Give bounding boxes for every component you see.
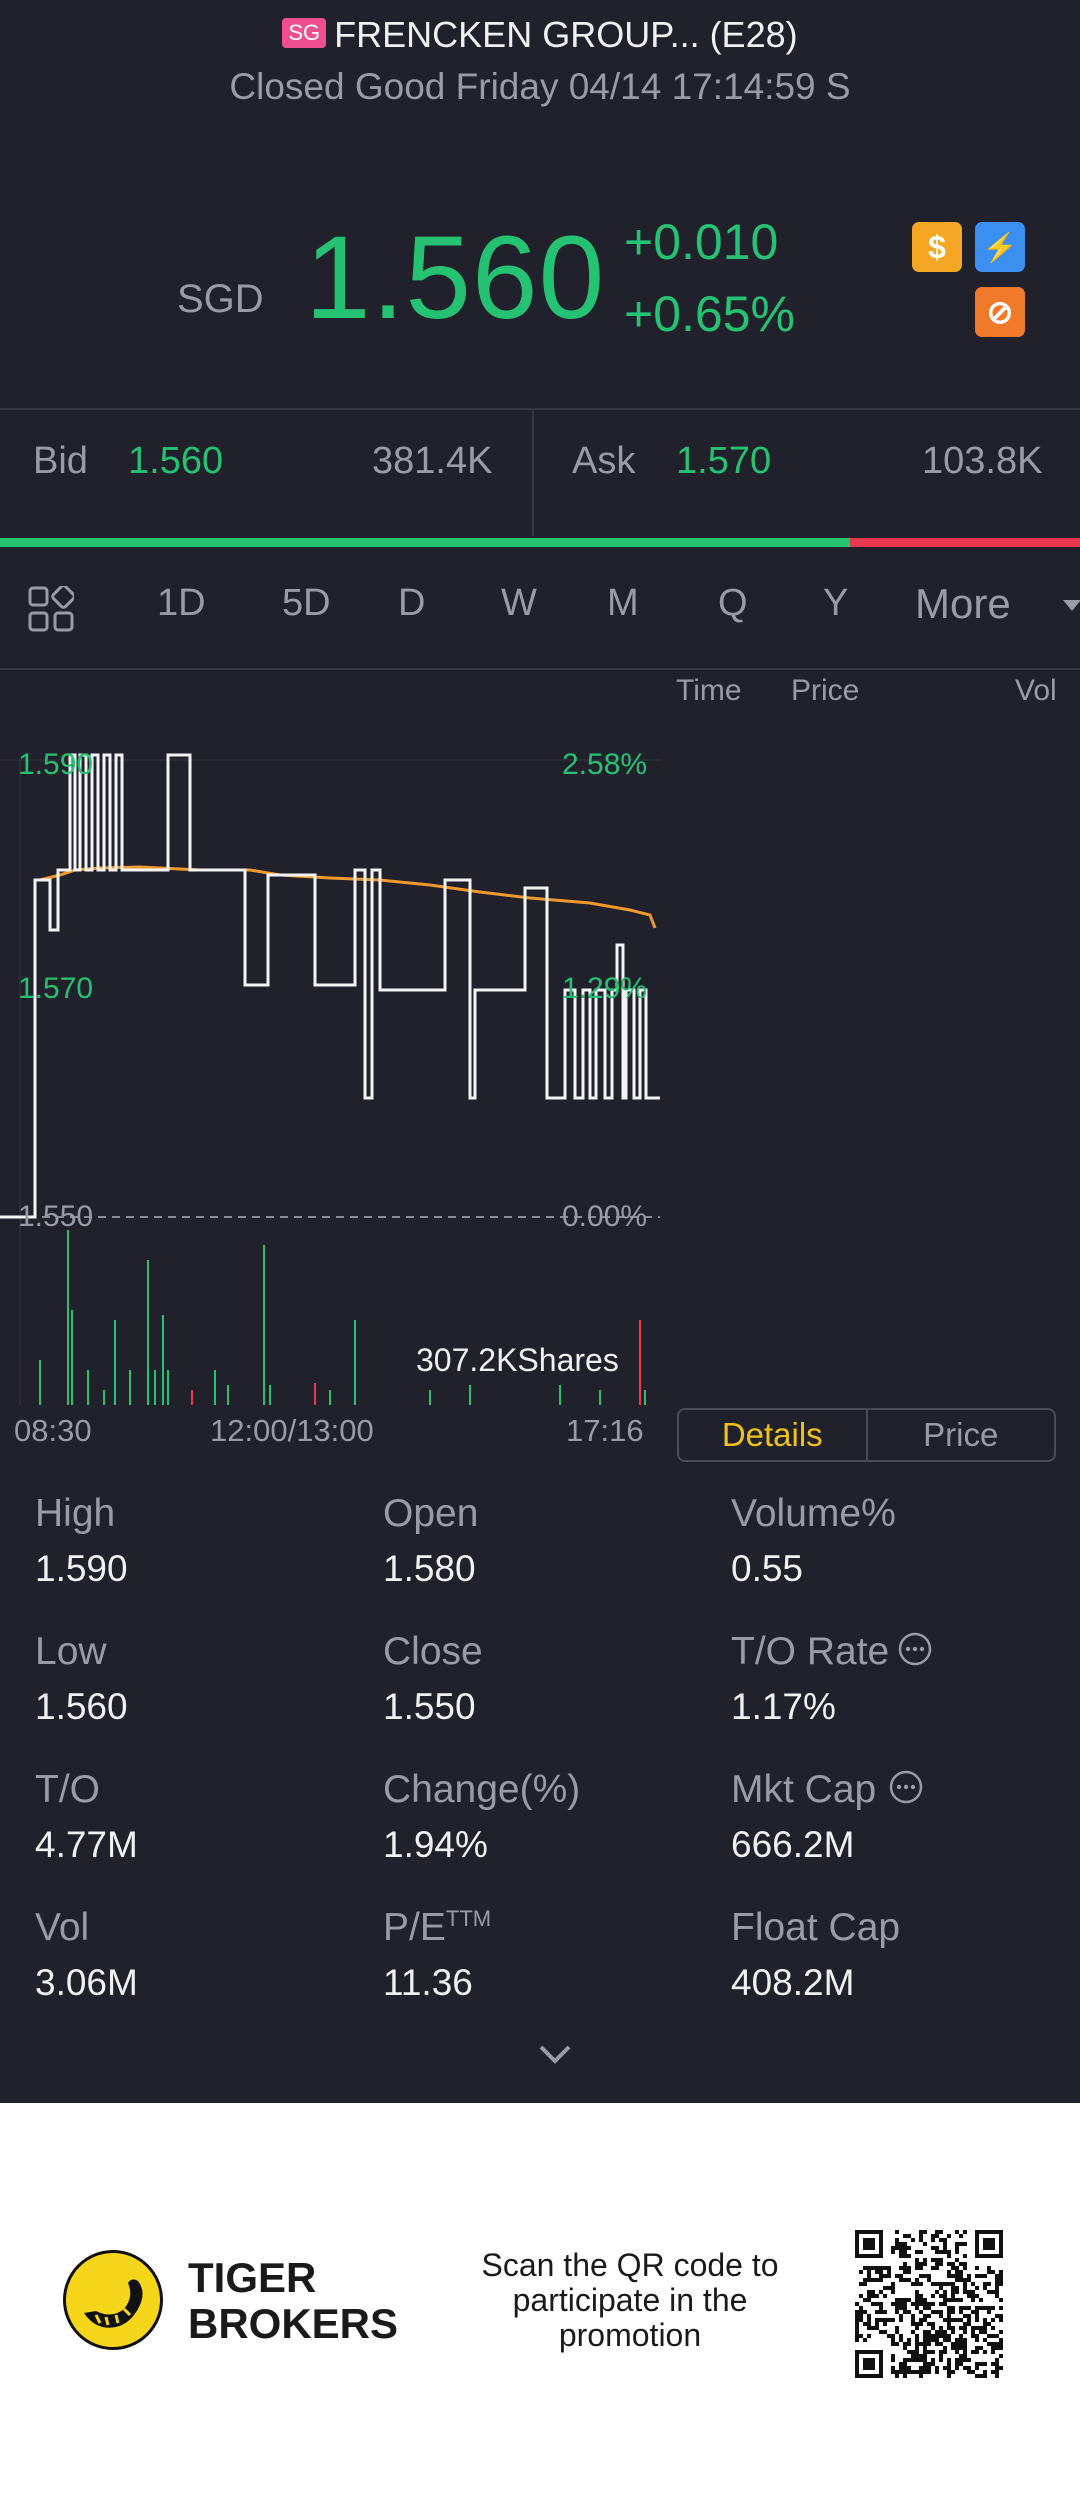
currency-label: SGD <box>177 277 264 321</box>
qr-code-icon <box>855 2230 1003 2378</box>
ticks-header-time: Time <box>676 674 742 707</box>
brand-line-2: BROKERS <box>188 2300 399 2347</box>
promo-text: Scan the QR code to participate in the p… <box>481 2247 779 2353</box>
stat-to-value: 4.77M <box>35 1824 138 1865</box>
ticks-header-price: Price <box>791 674 860 707</box>
tab-1d[interactable]: 1D <box>157 582 206 625</box>
stat-mktcap-label: Mkt Cap <box>731 1768 877 1811</box>
chart-y-label-mid: 1.570 <box>18 972 94 1005</box>
chart-x-label-close: 17:16 <box>566 1413 644 1448</box>
tab-details[interactable]: Details <box>679 1410 868 1460</box>
tab-d[interactable]: D <box>398 582 425 625</box>
chart-y-label-low: 1.550 <box>18 1200 94 1233</box>
ask-strength-bar <box>850 538 1080 547</box>
pe-superscript: TTM <box>445 1906 492 1931</box>
volume-total-label: 307.2KShares <box>416 1342 619 1378</box>
info-icon[interactable] <box>889 1770 923 1804</box>
ticks-header-vol: Vol <box>1015 674 1057 707</box>
info-icon[interactable] <box>898 1632 932 1666</box>
stat-low-label: Low <box>35 1630 107 1673</box>
stat-volpct-value: 0.55 <box>731 1548 804 1589</box>
stat-torate-value: 1.17% <box>731 1686 836 1727</box>
tab-w[interactable]: W <box>501 582 537 625</box>
stat-pe-value: 11.36 <box>383 1962 473 2003</box>
tab-q[interactable]: Q <box>718 582 748 625</box>
stat-close-value: 1.550 <box>383 1686 476 1727</box>
stock-title[interactable]: SG FRENCKEN GROUP... (E28) <box>0 14 1080 56</box>
bid-price: 1.560 <box>128 440 224 482</box>
stat-floatcap-value: 408.2M <box>731 1962 855 2003</box>
stat-high-value: 1.590 <box>35 1548 128 1589</box>
stat-open-value: 1.580 <box>383 1548 476 1589</box>
bid-volume: 381.4K <box>372 440 493 482</box>
stat-vol-label: Vol <box>35 1906 90 1949</box>
bid-label: Bid <box>33 440 88 482</box>
expand-chevron-icon[interactable] <box>537 2042 573 2066</box>
chart-y-label-high: 1.590 <box>18 748 94 781</box>
stat-changepct-label: Change(%) <box>383 1768 581 1811</box>
chevron-down-icon[interactable] <box>1063 600 1080 611</box>
stat-mktcap-value: 666.2M <box>731 1824 855 1865</box>
stat-changepct-value: 1.94% <box>383 1824 488 1865</box>
stat-floatcap-label: Float Cap <box>731 1906 901 1949</box>
chart-x-label-open: 08:30 <box>14 1413 92 1448</box>
layout-grid-icon[interactable] <box>28 584 76 632</box>
details-price-toggle[interactable]: Details Price <box>677 1408 1056 1462</box>
stat-high-label: High <box>35 1492 116 1535</box>
tab-m[interactable]: M <box>607 582 639 625</box>
divider <box>0 408 1080 410</box>
bid-ask-separator <box>532 410 534 536</box>
stat-volpct-label: Volume% <box>731 1492 896 1535</box>
lightning-icon[interactable]: ⚡ <box>975 222 1025 272</box>
shortsell-icon[interactable]: ⊘ <box>975 287 1025 337</box>
ask-label: Ask <box>572 440 636 482</box>
tab-5d[interactable]: 5D <box>282 582 331 625</box>
ticks-list[interactable]: 17:041.560200S17:041.560100S17:041.5607.… <box>675 718 1060 1394</box>
stat-close-label: Close <box>383 1630 483 1673</box>
price-change: +0.010 <box>624 214 779 270</box>
market-badge: SG <box>282 18 327 49</box>
price-change-percent: +0.65% <box>624 286 795 342</box>
dollar-icon[interactable]: $ <box>912 222 962 272</box>
stat-pe-label: P/ETTM <box>383 1906 492 1949</box>
stat-to-label: T/O <box>35 1768 100 1811</box>
tab-y[interactable]: Y <box>823 582 848 625</box>
tab-more[interactable]: More <box>915 580 1011 628</box>
chart-pct-label-high: 2.58% <box>562 748 648 781</box>
stat-open-label: Open <box>383 1492 479 1535</box>
stat-vol-value: 3.06M <box>35 1962 138 2003</box>
tab-price[interactable]: Price <box>868 1410 1055 1460</box>
stat-torate-label: T/O Rate <box>731 1630 890 1673</box>
average-price-line <box>39 865 657 929</box>
chart-pct-label-mid: 1.29% <box>562 972 648 1005</box>
brand-line-1: TIGER <box>188 2254 317 2301</box>
chart-pct-label-low: 0.00% <box>562 1200 648 1233</box>
ask-volume: 103.8K <box>922 440 1043 482</box>
last-price: 1.560 <box>305 212 606 344</box>
price-line <box>0 753 660 1219</box>
market-status: Closed Good Friday 04/14 17:14:59 S <box>229 66 851 107</box>
stock-name: FRENCKEN GROUP... (E28) <box>334 14 798 55</box>
ask-price: 1.570 <box>676 440 772 482</box>
tiger-logo-icon <box>63 2250 163 2350</box>
brand-name: TIGER BROKERS <box>188 2255 398 2347</box>
stat-low-value: 1.560 <box>35 1686 128 1727</box>
chart-x-label-lunch: 12:00/13:00 <box>210 1413 374 1448</box>
bid-strength-bar <box>0 538 850 547</box>
